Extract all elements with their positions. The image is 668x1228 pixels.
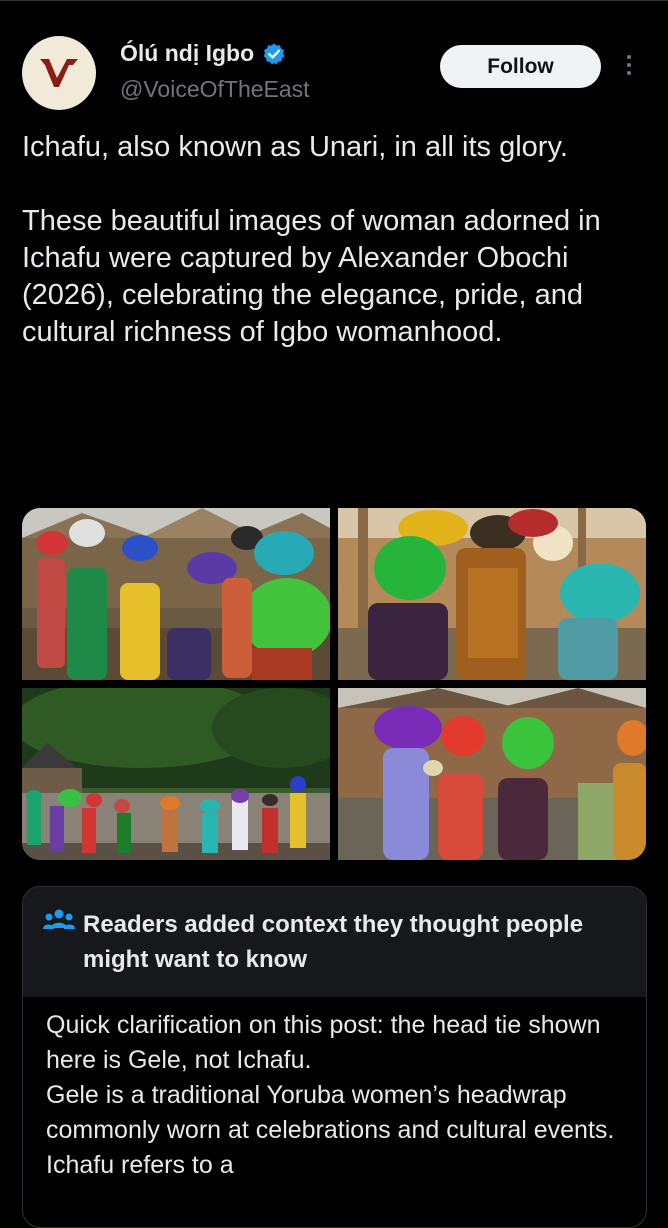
author-display-name[interactable]: Ólú ndị Igbo xyxy=(120,40,254,67)
photo-women-seated-in-headwraps-icon xyxy=(338,508,646,680)
post-text: Ichafu, also known as Unari, in all its … xyxy=(22,129,632,351)
author-handle[interactable]: @VoiceOfTheEast xyxy=(120,76,310,103)
post-paragraph: These beautiful images of woman adorned … xyxy=(22,205,601,348)
avatar[interactable] xyxy=(22,36,96,110)
post-paragraph: Ichafu, also known as Unari, in all its … xyxy=(22,131,568,163)
people-icon xyxy=(43,909,75,929)
community-note-header: Readers added context they thought peopl… xyxy=(23,887,646,997)
photo-women-walking[interactable] xyxy=(338,688,646,860)
community-note[interactable]: Readers added context they thought peopl… xyxy=(22,886,647,1228)
author-name-row[interactable]: Ólú ndị Igbo xyxy=(120,40,286,67)
community-note-title: Readers added context they thought peopl… xyxy=(83,911,584,973)
photo-women-seated[interactable] xyxy=(338,508,646,680)
voice-of-the-east-logo-icon xyxy=(40,59,78,87)
photo-women-village[interactable] xyxy=(22,508,330,680)
photo-women-in-colorful-headwraps-village-icon xyxy=(22,508,330,680)
follow-button[interactable]: Follow xyxy=(440,45,601,88)
verified-badge-icon xyxy=(263,43,285,64)
more-options-icon[interactable] xyxy=(619,52,639,82)
community-note-body: Quick clarification on this post: the he… xyxy=(46,1008,636,1183)
community-note-text: Gele is a traditional Yoruba women’s hea… xyxy=(46,1081,615,1179)
community-note-text: Quick clarification on this post: the he… xyxy=(46,1011,601,1074)
photo-procession-under-tree-icon xyxy=(22,688,330,860)
photo-women-walking-in-headwraps-icon xyxy=(338,688,646,860)
photo-procession[interactable] xyxy=(22,688,330,860)
top-divider xyxy=(0,0,668,1)
media-grid xyxy=(22,508,646,860)
